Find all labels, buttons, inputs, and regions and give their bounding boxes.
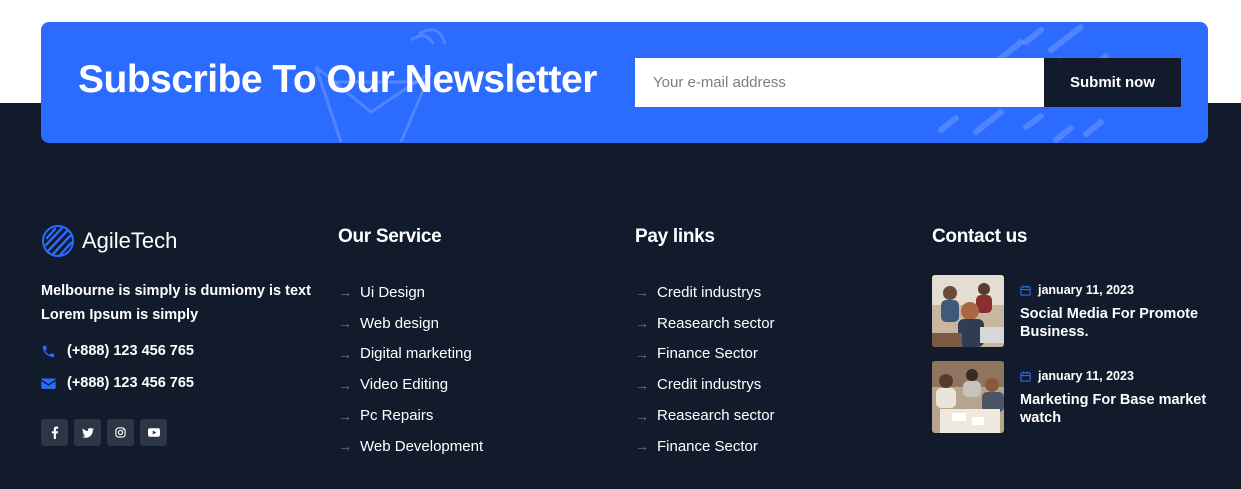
paylinks-list: → Credit industrys → Reasearch sector → Fin…: [635, 277, 775, 462]
arrow-right-icon: →: [635, 315, 649, 332]
logo-icon: [42, 225, 74, 257]
arrow-right-icon: →: [338, 438, 352, 455]
arrow-right-icon: →: [338, 315, 352, 332]
arrow-right-icon: →: [635, 407, 649, 424]
blog-post[interactable]: january 11, 2023 Marketing For Base mark…: [932, 361, 1210, 433]
paylink-link[interactable]: → Reasearch sector: [635, 308, 775, 339]
arrow-right-icon: →: [338, 345, 352, 362]
phone-icon: [42, 345, 55, 357]
arrow-right-icon: →: [338, 407, 352, 424]
post-thumbnail: [932, 275, 1004, 347]
service-link[interactable]: → Video Editing: [338, 369, 483, 400]
social-links: [41, 419, 173, 446]
newsletter-title: Subscribe To Our Newsletter: [78, 58, 597, 101]
submit-button[interactable]: Submit now: [1044, 58, 1181, 107]
brand-name: AgileTech: [82, 228, 178, 253]
post-thumbnail: [932, 361, 1004, 433]
paylink-link[interactable]: → Finance Sector: [635, 431, 775, 462]
facebook-icon[interactable]: [41, 419, 68, 446]
twitter-icon[interactable]: [74, 419, 101, 446]
paylinks-title: Pay links: [635, 226, 715, 247]
service-link[interactable]: → Digital marketing: [338, 339, 483, 370]
service-link[interactable]: → Web design: [338, 308, 483, 339]
arrow-right-icon: →: [635, 376, 649, 393]
instagram-icon[interactable]: [107, 419, 134, 446]
arrow-right-icon: →: [635, 345, 649, 362]
post-date: january 11, 2023: [1020, 283, 1210, 297]
arrow-right-icon: →: [635, 438, 649, 455]
phone-contact[interactable]: (+888) 123 456 765: [41, 343, 194, 359]
paylink-link[interactable]: → Reasearch sector: [635, 400, 775, 431]
arrow-right-icon: →: [338, 376, 352, 393]
phone-number: (+888) 123 456 765: [67, 343, 194, 359]
email-input[interactable]: [635, 58, 1045, 107]
paylink-link[interactable]: → Credit industrys: [635, 369, 775, 400]
calendar-icon: [1020, 370, 1031, 382]
calendar-icon: [1020, 284, 1031, 296]
service-link[interactable]: → Pc Repairs: [338, 400, 483, 431]
service-link[interactable]: → Ui Design: [338, 277, 483, 308]
paylink-link[interactable]: → Finance Sector: [635, 339, 775, 370]
brand-logo[interactable]: AgileTech: [41, 224, 177, 258]
youtube-icon[interactable]: [140, 419, 167, 446]
envelope-icon: [41, 378, 56, 389]
newsletter-banner: Subscribe To Our Newsletter Submit now: [41, 22, 1208, 143]
blog-post[interactable]: january 11, 2023 Social Media For Promot…: [932, 275, 1210, 347]
post-title[interactable]: Marketing For Base market watch: [1020, 392, 1210, 427]
arrow-right-icon: →: [635, 284, 649, 301]
contact-title: Contact us: [932, 226, 1028, 247]
services-list: → Ui Design → Web design → Digital marketin…: [338, 277, 483, 462]
paylink-link[interactable]: → Credit industrys: [635, 277, 775, 308]
brand-description: Melbourne is simply is dumiomy is text L…: [41, 283, 311, 323]
service-link[interactable]: → Web Development: [338, 431, 483, 462]
email-address: (+888) 123 456 765: [67, 375, 194, 391]
post-date: january 11, 2023: [1020, 369, 1210, 383]
email-contact[interactable]: (+888) 123 456 765: [41, 375, 194, 391]
post-title[interactable]: Social Media For Promote Business.: [1020, 306, 1210, 341]
arrow-right-icon: →: [338, 284, 352, 301]
services-title: Our Service: [338, 226, 442, 247]
